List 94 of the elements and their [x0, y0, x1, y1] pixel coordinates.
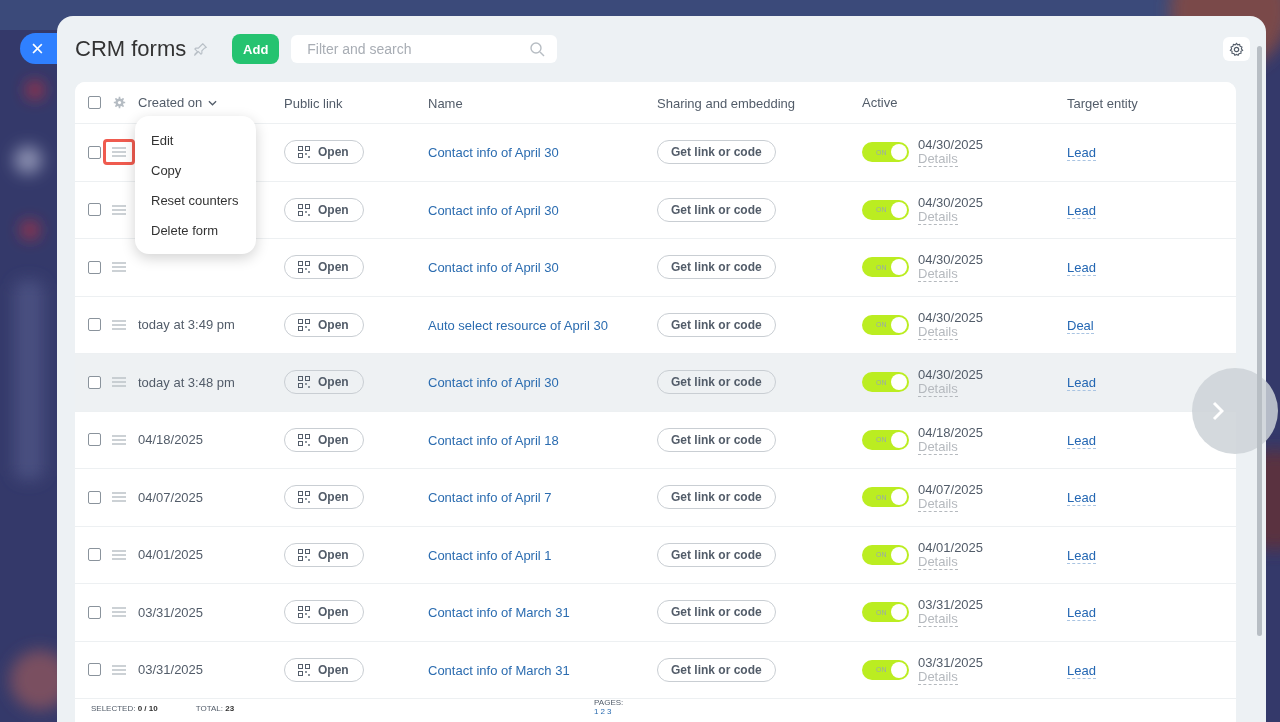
menu-icon[interactable]	[112, 434, 126, 445]
qr-code-icon	[298, 261, 310, 274]
qr-code-icon	[298, 491, 310, 504]
qr-code-icon	[298, 376, 310, 389]
date-text: 04/30/2025	[918, 137, 984, 153]
column-header[interactable]: Name	[428, 95, 463, 111]
column-header[interactable]: Active	[862, 95, 898, 110]
row-checkbox[interactable]	[88, 548, 101, 562]
total-count: TOTAL: 23	[195, 704, 235, 713]
selected-count: SELECTED: 0 / 10	[91, 704, 158, 713]
page-link[interactable]: 2	[600, 707, 605, 716]
date-text: 04/30/2025	[918, 367, 984, 383]
menu-icon[interactable]	[112, 664, 126, 675]
form-name-link[interactable]: Contact info of April 1	[428, 547, 552, 563]
form-name-link[interactable]: Auto select resource of April 30	[428, 317, 608, 333]
row-checkbox[interactable]	[88, 260, 101, 274]
column-header[interactable]: Public link	[284, 95, 343, 111]
menu-icon[interactable]	[112, 204, 126, 215]
date-text: 04/30/2025	[918, 309, 984, 325]
target-entity-link[interactable]: Lead	[1067, 202, 1096, 219]
menu-icon[interactable]	[112, 377, 126, 388]
menu-icon[interactable]	[112, 147, 126, 158]
table-cell: 03/31/2025	[138, 662, 204, 678]
form-name-link[interactable]: Contact info of March 31	[428, 605, 570, 621]
date-text: 03/31/2025	[918, 654, 984, 670]
date-text: 04/18/2025	[918, 424, 984, 440]
menu-icon[interactable]	[112, 262, 126, 273]
search-icon[interactable]	[529, 41, 546, 57]
close-button[interactable]: ×	[20, 33, 57, 64]
menu-item[interactable]: Reset counters	[135, 186, 256, 217]
date-text: 04/01/2025	[918, 539, 984, 555]
form-name-link[interactable]: Contact info of April 30	[428, 375, 559, 391]
pin-icon[interactable]	[194, 42, 209, 56]
menu-icon[interactable]	[112, 319, 126, 330]
table-cell: today at 3:49 pm	[138, 317, 235, 333]
table-cell: today at 3:48 pm	[138, 374, 235, 390]
column-header[interactable]: Created on	[138, 95, 203, 110]
column-header[interactable]: Target entity	[1067, 95, 1138, 111]
page-link[interactable]: 3	[607, 707, 612, 716]
scrollbar[interactable]	[1257, 46, 1262, 636]
form-name-link[interactable]: Contact info of March 31	[428, 662, 570, 678]
select-all-checkbox[interactable]	[88, 96, 101, 109]
page-link[interactable]: 1	[594, 707, 599, 716]
search-field[interactable]: Filter and search	[291, 35, 558, 63]
settings-icon[interactable]	[113, 96, 126, 109]
qr-code-icon	[298, 606, 310, 619]
menu-icon[interactable]	[112, 607, 126, 618]
row-checkbox[interactable]	[88, 433, 101, 447]
date-text: 04/30/2025	[918, 252, 984, 268]
row-checkbox[interactable]	[88, 375, 101, 389]
search-input[interactable]: Filter and search	[305, 40, 530, 58]
row-checkbox[interactable]	[88, 663, 101, 677]
qr-code-icon	[298, 663, 310, 676]
settings-button[interactable]	[1223, 37, 1250, 61]
qr-code-icon	[298, 548, 310, 561]
target-entity-link[interactable]: Lead	[1067, 662, 1096, 679]
chevron-down-icon	[208, 99, 218, 106]
row-checkbox[interactable]	[88, 203, 101, 217]
form-name-link[interactable]: Contact info of April 30	[428, 260, 559, 276]
target-entity-link[interactable]: Lead	[1067, 260, 1096, 277]
target-entity-link[interactable]: Lead	[1067, 605, 1096, 622]
table-cell: 03/31/2025	[138, 604, 204, 620]
row-checkbox[interactable]	[88, 605, 101, 619]
target-entity-link[interactable]: Lead	[1067, 490, 1096, 507]
date-text: 03/31/2025	[918, 597, 984, 613]
qr-code-icon	[298, 203, 310, 216]
row-checkbox[interactable]	[88, 145, 101, 159]
form-name-link[interactable]: Contact info of April 7	[428, 490, 552, 506]
table-cell: 04/07/2025	[138, 489, 204, 505]
row-checkbox[interactable]	[88, 490, 101, 504]
target-entity-link[interactable]: Lead	[1067, 547, 1096, 564]
column-header[interactable]: Sharing and embedding	[657, 95, 796, 111]
form-name-link[interactable]: Contact info of April 18	[428, 432, 559, 448]
page-title: CRM forms	[75, 36, 187, 62]
target-entity-link[interactable]: Lead	[1067, 432, 1096, 449]
qr-code-icon	[298, 433, 310, 446]
target-entity-link[interactable]: Lead	[1067, 375, 1096, 392]
menu-item[interactable]: Edit	[135, 126, 256, 157]
target-entity-link[interactable]: Lead	[1067, 145, 1096, 162]
target-entity-link[interactable]: Deal	[1067, 317, 1094, 334]
date-text: 04/07/2025	[918, 482, 984, 498]
table-cell: 04/18/2025	[138, 432, 204, 448]
menu-icon[interactable]	[112, 549, 126, 560]
qr-code-icon	[298, 146, 310, 159]
form-name-link[interactable]: Contact info of April 30	[428, 145, 559, 161]
chevron-right-icon[interactable]	[1212, 401, 1224, 421]
row-checkbox[interactable]	[88, 318, 101, 332]
pages-label: PAGES:	[594, 698, 624, 707]
menu-icon[interactable]	[112, 492, 126, 503]
table-cell: 04/01/2025	[138, 547, 204, 563]
qr-code-icon	[298, 318, 310, 331]
gear-icon[interactable]	[1229, 41, 1244, 57]
date-text: 04/30/2025	[918, 194, 984, 210]
form-name-link[interactable]: Contact info of April 30	[428, 202, 559, 218]
